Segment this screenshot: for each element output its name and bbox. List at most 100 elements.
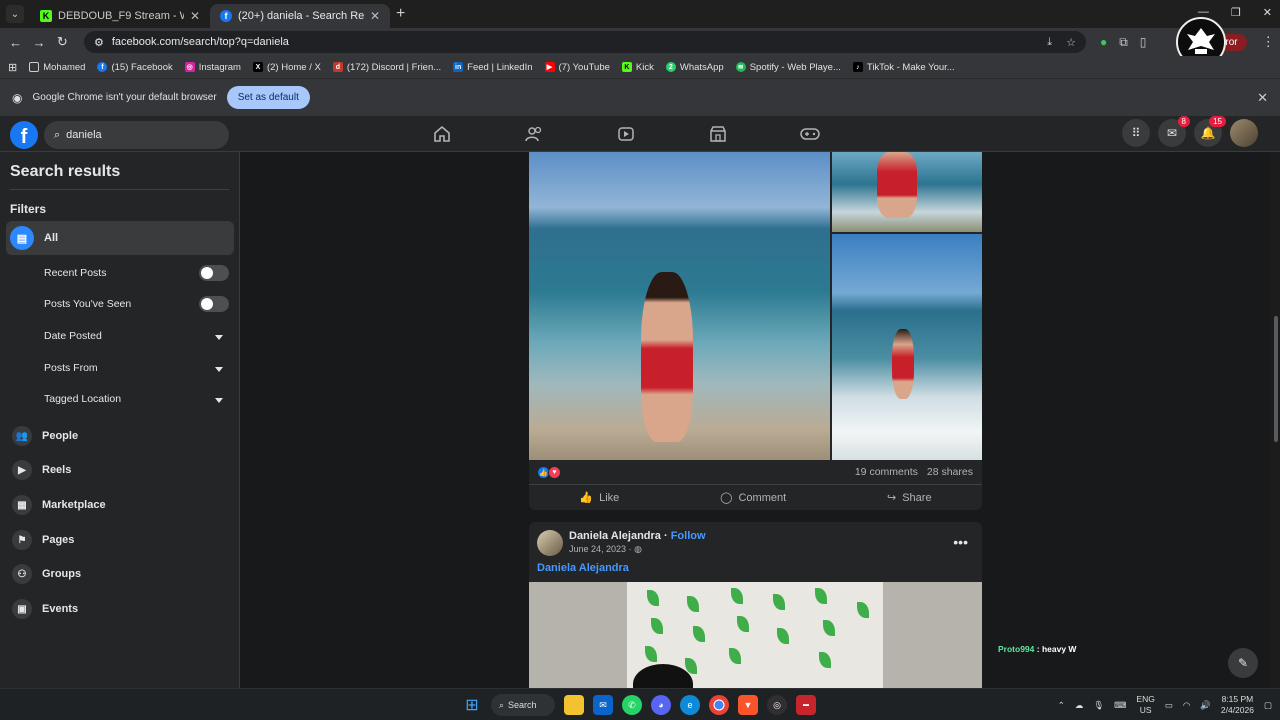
more-options-icon[interactable]: •••	[953, 534, 968, 550]
notification-center-icon[interactable]: ▢	[1264, 700, 1272, 711]
share-button[interactable]: ↪ Share	[887, 491, 932, 505]
follow-button[interactable]: Follow	[671, 530, 706, 542]
install-icon[interactable]: ⤓	[1047, 36, 1052, 49]
bookmark-kick[interactable]: K Kick	[621, 62, 654, 73]
filter-all[interactable]: ▤ All	[6, 221, 234, 255]
category-reels[interactable]: ▶ Reels	[12, 460, 71, 480]
close-icon[interactable]: ✕	[190, 9, 200, 23]
taskbar-search[interactable]: ⌕ Search	[491, 694, 555, 716]
obs-icon[interactable]: ◎	[767, 695, 787, 715]
cloud-icon[interactable]: ☁	[1075, 700, 1084, 711]
chrome-icon[interactable]	[709, 695, 729, 715]
sidebar-toggle-icon[interactable]: ▯	[1140, 35, 1147, 49]
bookmark-tiktok[interactable]: ♪ TikTok - Make Your...	[852, 62, 955, 73]
comments-count[interactable]: 19 comments	[855, 466, 918, 478]
chevron-down-icon[interactable]	[215, 398, 223, 403]
filter-tagged-location[interactable]: Tagged Location	[44, 393, 121, 405]
chrome-menu-icon[interactable]: ⋮	[1257, 34, 1280, 50]
friends-icon[interactable]	[522, 120, 546, 148]
bookmark-linkedin[interactable]: in Feed | LinkedIn	[453, 62, 533, 73]
microphone-icon[interactable]: 🎙	[1093, 700, 1104, 711]
notifications-bell-icon[interactable]: 🔔 15	[1194, 116, 1226, 147]
mail-icon[interactable]: ✉	[593, 695, 613, 715]
posts-seen-toggle[interactable]	[199, 296, 229, 312]
post-photo[interactable]	[832, 152, 982, 232]
post-video[interactable]	[529, 582, 982, 688]
post-date[interactable]: June 24, 2023 ·	[569, 544, 632, 554]
bookmark-whatsapp[interactable]: 2 WhatsApp	[665, 62, 724, 73]
comment-button[interactable]: ◯ Comment	[720, 491, 786, 505]
messenger-icon[interactable]: ✉ 8	[1158, 116, 1190, 147]
category-label: Reels	[42, 464, 72, 476]
gaming-icon[interactable]	[798, 120, 822, 148]
like-button[interactable]: 👍 Like	[579, 491, 619, 505]
facebook-logo-icon[interactable]: f	[10, 121, 38, 149]
video-icon[interactable]	[614, 120, 638, 148]
close-icon[interactable]: ✕	[370, 9, 380, 23]
filter-date-posted[interactable]: Date Posted	[44, 330, 102, 342]
windows-start-icon[interactable]: ⊞	[462, 695, 482, 715]
whatsapp-icon[interactable]: ✆	[622, 695, 642, 715]
close-window-icon[interactable]: ✕	[1263, 6, 1272, 19]
tab-search-button[interactable]: ⌄	[6, 5, 24, 23]
bookmark-mohamed[interactable]: Mohamed	[29, 62, 85, 73]
close-icon[interactable]: ✕	[1257, 90, 1268, 106]
category-people[interactable]: 👥 People	[12, 426, 78, 446]
extensions-icon[interactable]: ⧉	[1119, 35, 1128, 50]
extension-shield-icon[interactable]: ●	[1100, 35, 1107, 49]
new-message-icon[interactable]: ✎	[1228, 648, 1258, 678]
search-input[interactable]: ⌕ daniela	[44, 121, 229, 149]
clock[interactable]: 8:15 PM 2/4/2026	[1221, 694, 1254, 716]
category-events[interactable]: ▣ Events	[12, 599, 78, 619]
bookmark-facebook[interactable]: f (15) Facebook	[97, 62, 173, 73]
edge-icon[interactable]: e	[680, 695, 700, 715]
post-text-link[interactable]: Daniela Alejandra	[537, 562, 629, 574]
category-groups[interactable]: ⚇ Groups	[12, 564, 81, 584]
marketplace-icon[interactable]	[706, 120, 730, 148]
bookmark-spotify[interactable]: ≋ Spotify - Web Playe...	[735, 62, 841, 73]
keyboard-icon[interactable]: ⌨	[1114, 700, 1126, 711]
forward-icon[interactable]: →	[27, 35, 50, 50]
chevron-down-icon[interactable]	[215, 367, 223, 372]
maximize-icon[interactable]: ❐	[1231, 6, 1241, 19]
wifi-icon[interactable]: ◠	[1183, 700, 1190, 711]
bookmark-discord[interactable]: d (172) Discord | Frien...	[332, 62, 441, 73]
chevron-down-icon[interactable]	[215, 335, 223, 340]
profile-avatar[interactable]	[1230, 119, 1258, 147]
address-bar[interactable]: ⚙ facebook.com/search/top?q=daniela ⤓ ☆	[83, 31, 1086, 53]
post-photo[interactable]	[832, 234, 982, 460]
post-photo[interactable]	[529, 152, 830, 460]
scrollbar-thumb[interactable]	[1274, 316, 1278, 442]
chevron-up-icon[interactable]: ⌃	[1058, 700, 1065, 711]
reload-icon[interactable]: ↻	[51, 34, 74, 50]
site-info-icon[interactable]: ⚙	[94, 36, 104, 49]
display-icon[interactable]: ▭	[1165, 700, 1173, 711]
discord-icon[interactable]: ◕	[651, 695, 671, 715]
file-explorer-icon[interactable]	[564, 695, 584, 715]
menu-grid-icon[interactable]: ⠿	[1122, 119, 1150, 147]
author-avatar[interactable]	[537, 530, 563, 556]
category-pages[interactable]: ⚑ Pages	[12, 530, 74, 550]
language-indicator[interactable]: ENG US	[1136, 694, 1154, 716]
back-icon[interactable]: ←	[4, 35, 27, 50]
category-marketplace[interactable]: ▦ Marketplace	[12, 495, 106, 515]
author-name[interactable]: Daniela Alejandra	[569, 530, 661, 542]
tab-facebook-search[interactable]: f (20+) daniela - Search Results | ✕	[210, 4, 390, 28]
filter-posts-from[interactable]: Posts From	[44, 362, 98, 374]
home-icon[interactable]	[430, 120, 454, 148]
bookmark-x[interactable]: X (2) Home / X	[252, 62, 321, 73]
tab-kick-stream[interactable]: K DEBDOUB_F9 Stream - Watch l ✕	[30, 4, 210, 28]
brave-icon[interactable]: ▼	[738, 695, 758, 715]
bookmark-youtube[interactable]: ▶ (7) YouTube	[544, 62, 610, 73]
video-app-icon[interactable]: ▬	[796, 695, 816, 715]
apps-grid-icon[interactable]: ⊞	[8, 61, 17, 74]
bookmark-instagram[interactable]: ◎ Instagram	[184, 62, 241, 73]
bookmark-star-icon[interactable]: ☆	[1066, 36, 1076, 49]
shares-count[interactable]: 28 shares	[927, 466, 973, 478]
reactions[interactable]: 👍 ♥	[537, 466, 561, 479]
volume-icon[interactable]: 🔊	[1200, 700, 1211, 711]
page-scrollbar[interactable]	[1272, 152, 1280, 688]
set-default-button[interactable]: Set as default	[226, 86, 310, 109]
new-tab-button[interactable]: +	[396, 5, 405, 23]
recent-posts-toggle[interactable]	[199, 265, 229, 281]
